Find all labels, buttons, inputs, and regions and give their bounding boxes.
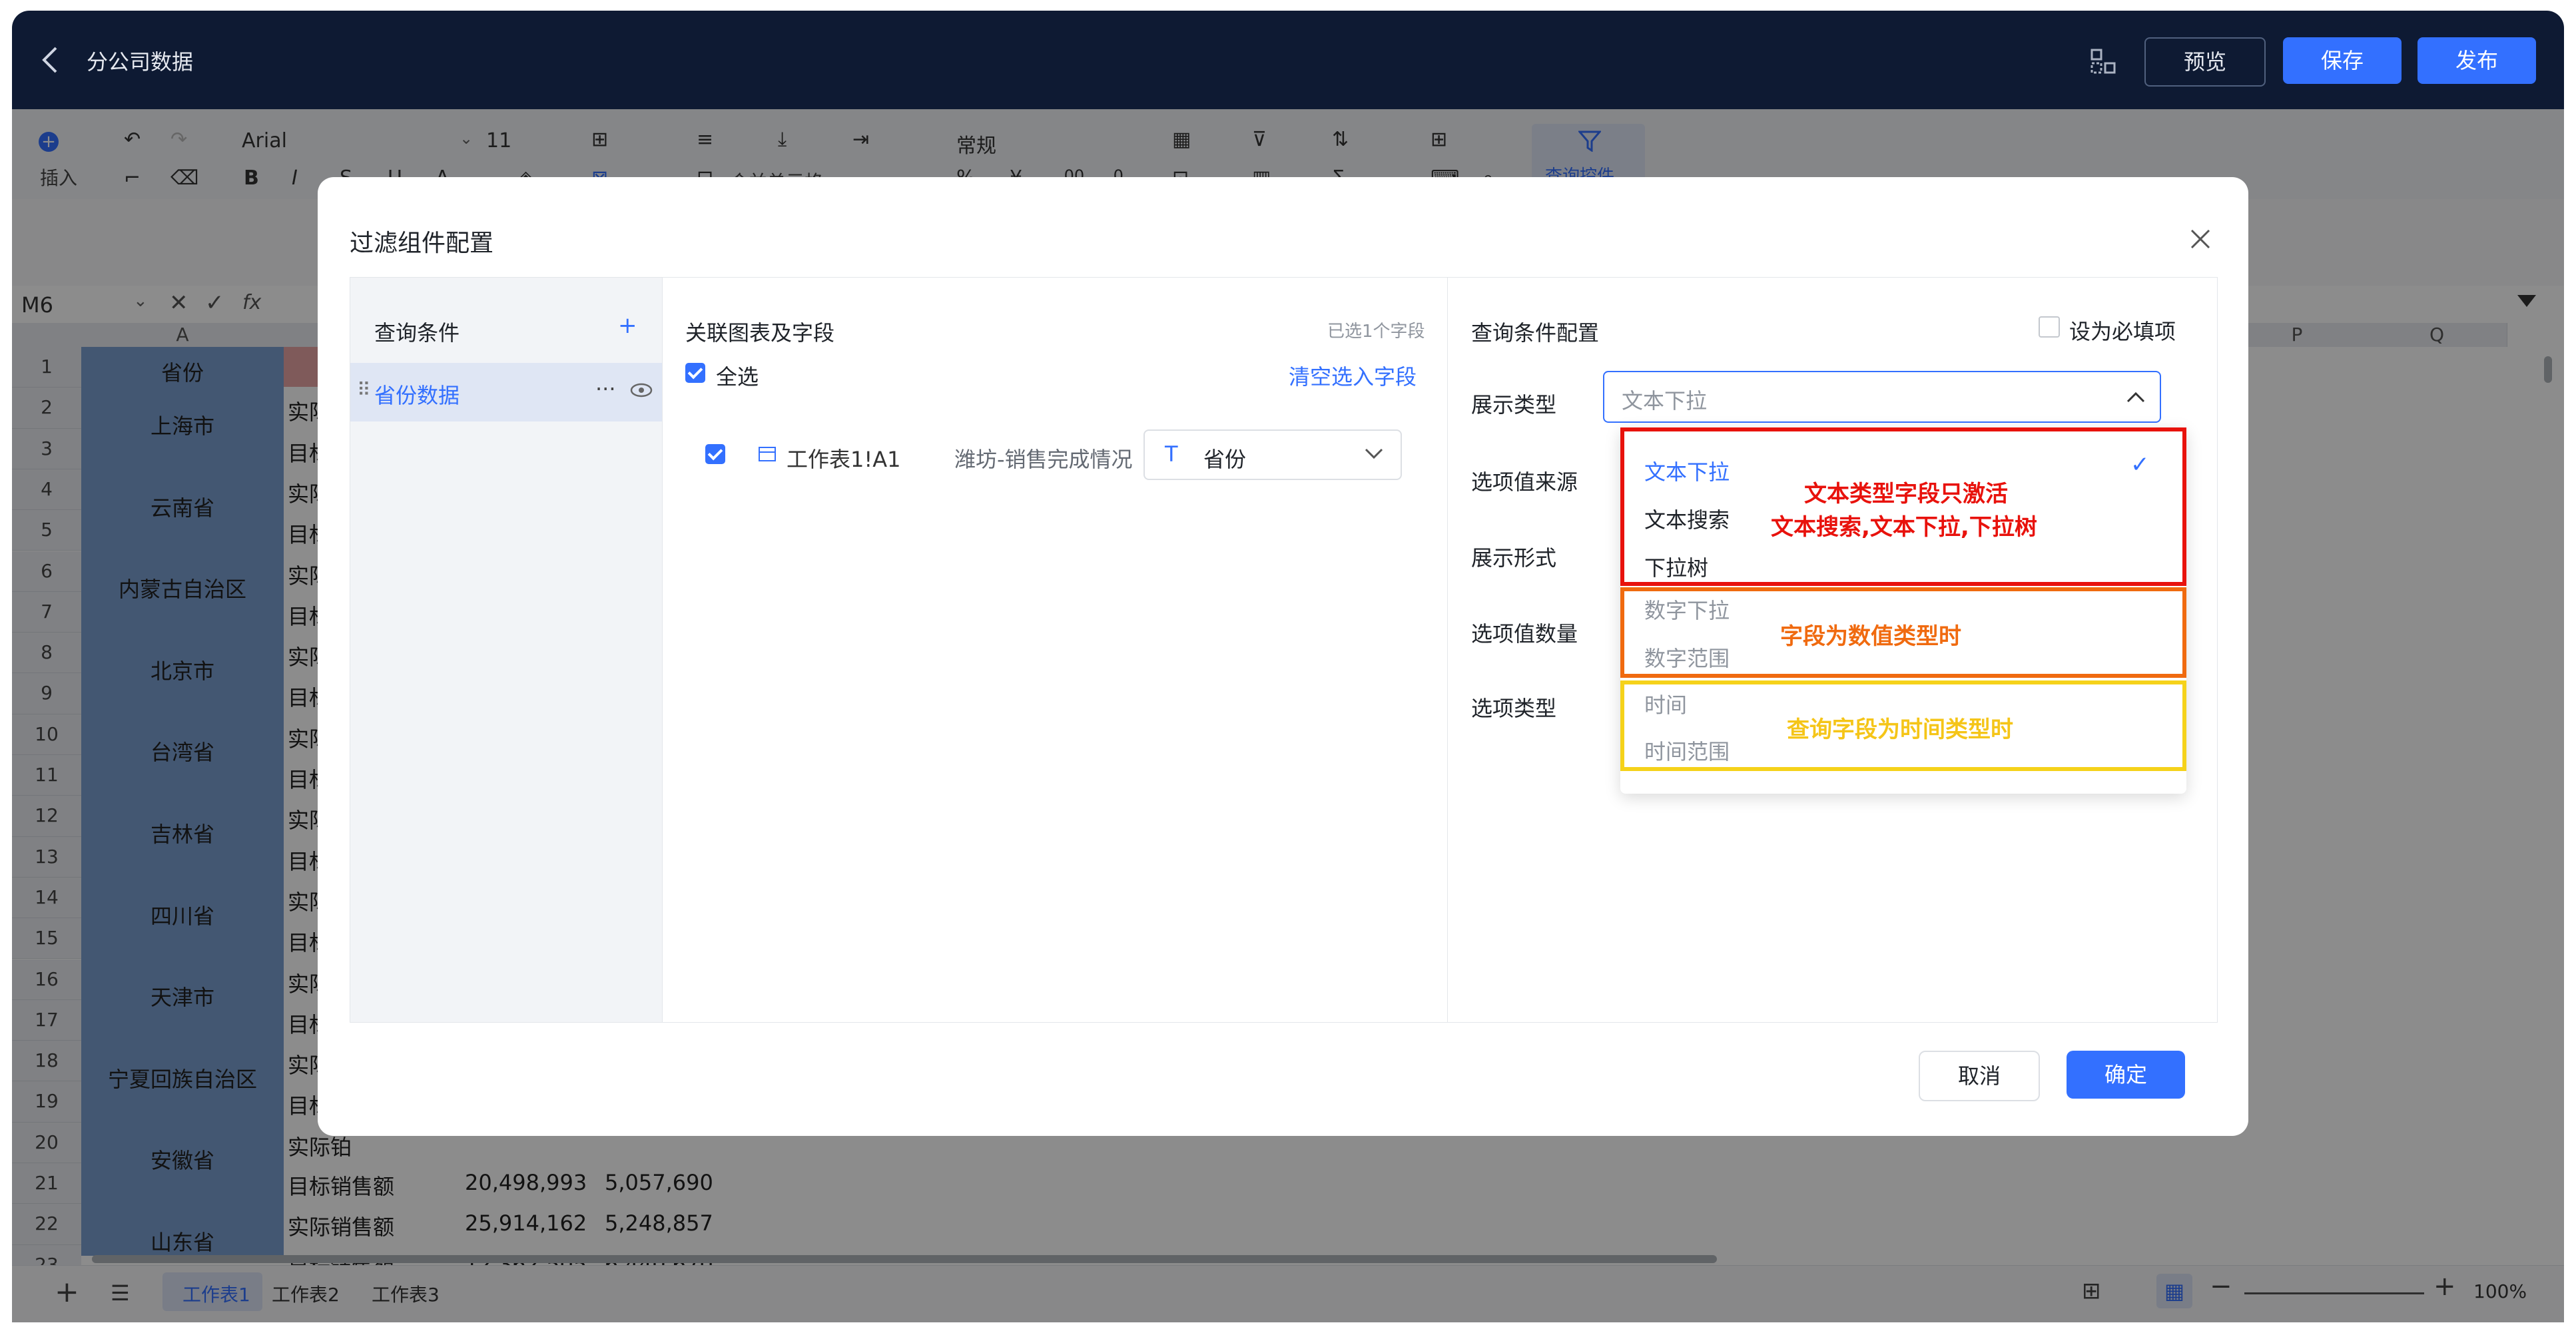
number-options-group: 数字下拉 数字范围 字段为数值类型时: [1620, 587, 2186, 678]
sheet-reference: 工作表1!A1: [787, 447, 901, 472]
condition-config-header: 查询条件配置: [1471, 320, 1600, 346]
selected-count: 已选1个字段: [1327, 322, 1425, 342]
layout-icon[interactable]: [2090, 48, 2116, 75]
option-dropdown-tree[interactable]: 下拉树: [1644, 551, 1708, 582]
display-form-label: 展示形式: [1471, 545, 1557, 571]
add-condition-button[interactable]: +: [618, 312, 637, 339]
preview-button[interactable]: 预览: [2144, 37, 2266, 87]
dialog-title: 过滤组件配置: [350, 230, 494, 257]
text-options-group: 文本下拉 ✓ 文本搜索 下拉树 文本类型字段只激活 文本搜索,文本下拉,下拉树: [1620, 427, 2186, 586]
back-arrow-icon[interactable]: [39, 45, 61, 75]
condition-item[interactable]: ⠿ 省份数据 ···: [350, 363, 662, 421]
query-conditions-panel: 查询条件 + ⠿ 省份数据 ···: [350, 277, 663, 1023]
option-time: 时间: [1644, 692, 1688, 718]
chart-name: 潍坊-销售完成情况: [954, 447, 1133, 472]
option-number-dropdown: 数字下拉: [1644, 598, 1730, 623]
annotation-number: 字段为数值类型时: [1780, 623, 1961, 650]
condition-item-label: 省份数据: [374, 383, 460, 408]
display-type-label: 展示类型: [1471, 392, 1557, 417]
display-type-value: 文本下拉: [1622, 388, 1708, 413]
option-text-search[interactable]: 文本搜索: [1644, 503, 1730, 534]
field-select-value: 省份: [1203, 447, 1247, 472]
save-button[interactable]: 保存: [2283, 37, 2402, 84]
document-title: 分公司数据: [87, 49, 194, 75]
required-label: 设为必填项: [2069, 319, 2176, 344]
chart-checkbox[interactable]: [705, 444, 725, 464]
more-options-icon[interactable]: ···: [595, 376, 616, 401]
required-checkbox[interactable]: [2039, 316, 2060, 338]
query-conditions-header: 查询条件: [374, 320, 460, 346]
display-type-select[interactable]: 文本下拉: [1603, 371, 2161, 423]
selected-check-icon: ✓: [2130, 451, 2150, 478]
chevron-down-icon: [1365, 448, 1383, 459]
select-all-label: 全选: [716, 364, 759, 390]
annotation-text-line1: 文本类型字段只激活: [1804, 481, 2008, 507]
option-source-label: 选项值来源: [1471, 469, 1578, 495]
drag-handle-icon[interactable]: ⠿: [357, 379, 371, 401]
linked-charts-header: 关联图表及字段: [685, 320, 835, 346]
filter-config-dialog: 过滤组件配置 查询条件 + ⠿ 省份数据 ··· 关联图表及字段 已选1个字段 …: [318, 177, 2248, 1136]
close-icon[interactable]: [2190, 229, 2210, 249]
sheet-table-icon: [759, 447, 776, 461]
field-select[interactable]: T 省份: [1143, 429, 1402, 480]
annotation-text-line2: 文本搜索,文本下拉,下拉树: [1771, 514, 2037, 541]
eye-icon[interactable]: [630, 383, 653, 398]
cancel-button[interactable]: 取消: [1919, 1051, 2040, 1101]
option-time-range: 时间范围: [1644, 739, 1730, 764]
app-root: 分公司数据 预览 保存 发布 + 插入 ↶ ↷ ⌐ ⌫ Arial ⌄ 11 ⊞…: [0, 0, 2576, 1333]
publish-button[interactable]: 发布: [2417, 37, 2536, 84]
select-all-checkbox[interactable]: [685, 363, 705, 383]
clear-fields-link[interactable]: 清空选入字段: [1289, 360, 1417, 391]
display-type-dropdown: 文本下拉 ✓ 文本搜索 下拉树 文本类型字段只激活 文本搜索,文本下拉,下拉树 …: [1620, 427, 2186, 794]
linked-charts-panel: 关联图表及字段 已选1个字段 全选 清空选入字段 工作表1!A1 潍坊-销售完成…: [661, 277, 1448, 1023]
confirm-button[interactable]: 确定: [2067, 1051, 2185, 1099]
top-bar: 分公司数据 预览 保存 发布: [12, 11, 2564, 109]
option-number-range: 数字范围: [1644, 646, 1730, 671]
option-count-label: 选项值数量: [1471, 621, 1578, 647]
annotation-time: 查询字段为时间类型时: [1787, 716, 2013, 743]
time-options-group: 时间 时间范围 查询字段为时间类型时: [1620, 680, 2186, 771]
text-field-type-icon: T: [1165, 441, 1178, 467]
option-text-dropdown[interactable]: 文本下拉: [1644, 455, 1730, 486]
option-type-label: 选项类型: [1471, 696, 1557, 721]
chevron-up-icon: [2126, 392, 2145, 403]
